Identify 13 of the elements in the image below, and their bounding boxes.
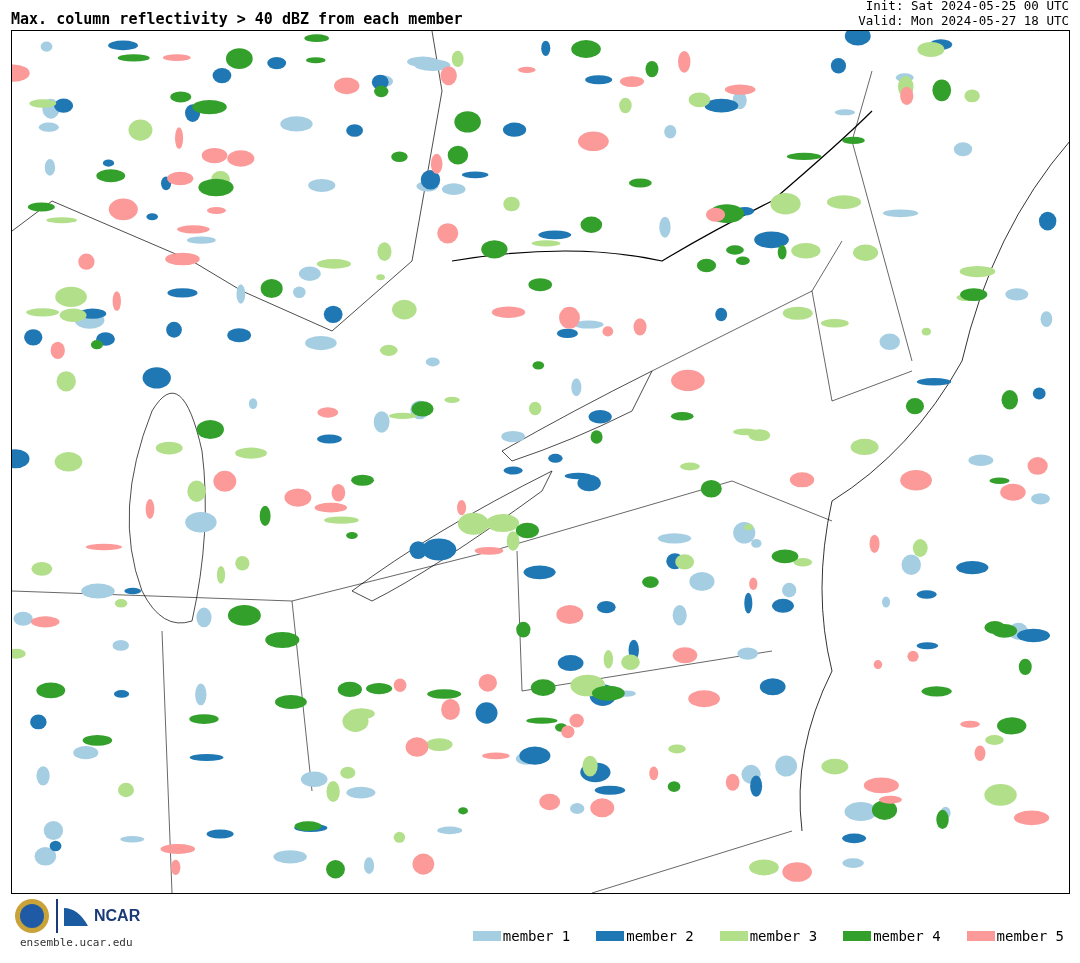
- legend-label: member 3: [749, 928, 818, 944]
- valid-time: Valid: Mon 2024-05-27 18 UTC: [858, 13, 1069, 28]
- seal-icon: [14, 898, 50, 934]
- legend-label: member 4: [873, 928, 941, 944]
- chart-title: Max. column reflectivity > 40 dBZ from each member: [11, 10, 463, 28]
- legend-label: member 5: [996, 928, 1064, 944]
- init-time: Init: Sat 2024-05-25 00 UTC: [865, 0, 1069, 13]
- logo-text: NCAR: [94, 907, 141, 925]
- legend-label: member 1: [502, 928, 571, 944]
- site-address: ensemble.ucar.edu: [20, 936, 134, 949]
- divider-icon: [56, 899, 58, 933]
- logo-icon: [64, 906, 88, 926]
- legend-label: member 2: [626, 928, 694, 944]
